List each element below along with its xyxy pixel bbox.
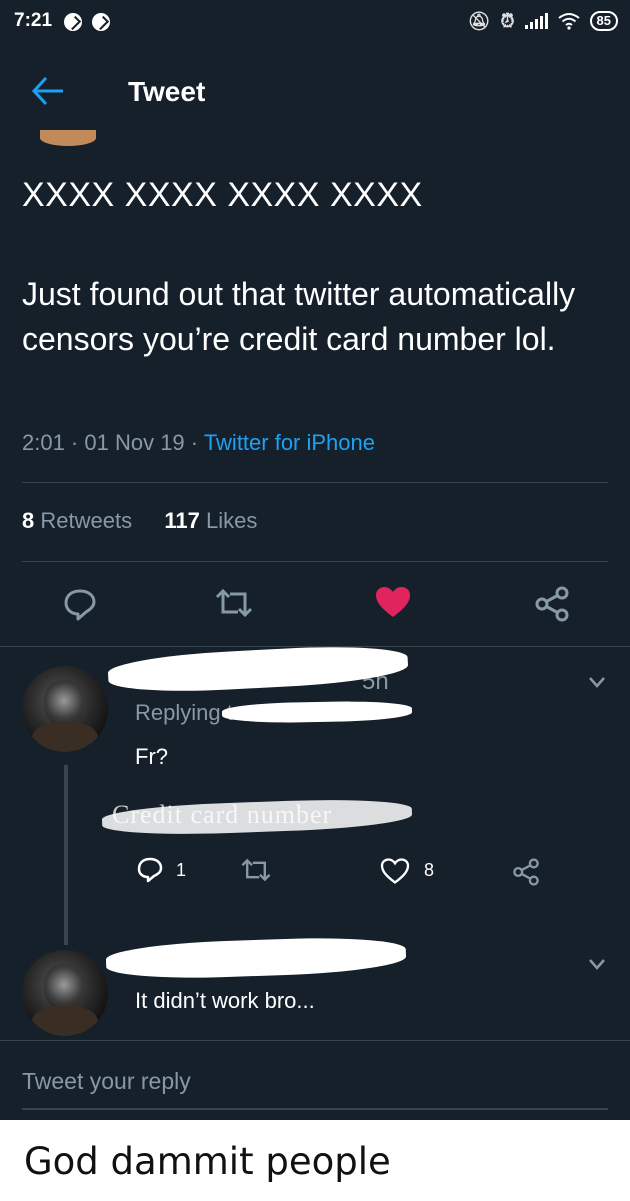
- retweet-icon[interactable]: [214, 588, 254, 618]
- retweet-label[interactable]: Retweets: [40, 508, 132, 533]
- like-count[interactable]: 117: [164, 508, 200, 533]
- status-bar: 7:21 🔕︎ ⏰︎ 85: [0, 0, 630, 42]
- like-label[interactable]: Likes: [206, 508, 257, 533]
- tweet-source-link[interactable]: Twitter for iPhone: [204, 430, 375, 455]
- reply-avatar[interactable]: [22, 950, 108, 1036]
- liked-heart-icon[interactable]: [374, 585, 412, 619]
- share-icon[interactable]: [512, 858, 540, 886]
- meme-caption: God dammit people: [24, 1140, 391, 1183]
- retweet-count[interactable]: 8: [22, 508, 34, 533]
- reply-input-underline: [22, 1108, 608, 1110]
- author-name[interactable]: XXXX XXXX XXXX XXXX: [22, 176, 423, 215]
- reply-text: Fr?: [135, 744, 168, 769]
- mute-icon: 🔕︎: [467, 10, 491, 31]
- like-count: 8: [424, 860, 435, 880]
- twitter-screen: 7:21 🔕︎ ⏰︎ 85 Tweet XXXX XXXX XXXX XXXX …: [0, 0, 630, 1120]
- reply-avatar[interactable]: [22, 666, 108, 752]
- divider: [22, 482, 608, 483]
- tweet-stats: 8 Retweets 117 Likes: [22, 508, 257, 534]
- reply-icon[interactable]: [136, 856, 164, 884]
- page-title: Tweet: [128, 76, 206, 107]
- chevron-down-icon[interactable]: [588, 958, 606, 970]
- divider: [22, 561, 608, 562]
- share-icon[interactable]: [534, 586, 570, 622]
- reply-count: 1: [176, 860, 187, 880]
- wifi-icon: [557, 13, 580, 30]
- top-app-bar: Tweet: [0, 42, 630, 142]
- back-arrow-icon[interactable]: [30, 74, 66, 108]
- tweet-time: 2:01 · 01 Nov 19 ·: [22, 430, 204, 455]
- tweet-timestamp: 2:01 · 01 Nov 19 · Twitter for iPhone: [22, 430, 375, 456]
- messenger-icon: [92, 13, 110, 31]
- reply-input[interactable]: Tweet your reply: [22, 1068, 191, 1095]
- thread-line: [64, 765, 68, 945]
- redaction-scribble: [221, 700, 413, 724]
- reply-text: It didn’t work bro...: [135, 988, 315, 1013]
- tweet-text: Just found out that twitter automaticall…: [22, 276, 576, 357]
- alarm-icon: ⏰︎: [500, 10, 515, 31]
- status-time: 7:21: [14, 10, 53, 31]
- battery-icon: 85: [589, 11, 618, 31]
- signal-icon: [524, 13, 548, 29]
- redaction-scribble: [105, 934, 407, 982]
- author-avatar[interactable]: [40, 130, 96, 146]
- status-icons: 🔕︎ ⏰︎ 85: [468, 9, 618, 33]
- divider: [0, 1040, 630, 1041]
- chevron-down-icon[interactable]: [588, 676, 606, 688]
- messenger-icon: [64, 13, 82, 31]
- like-heart-icon[interactable]: [380, 858, 410, 884]
- reply-icon[interactable]: [62, 586, 98, 622]
- retweet-icon[interactable]: [240, 858, 272, 882]
